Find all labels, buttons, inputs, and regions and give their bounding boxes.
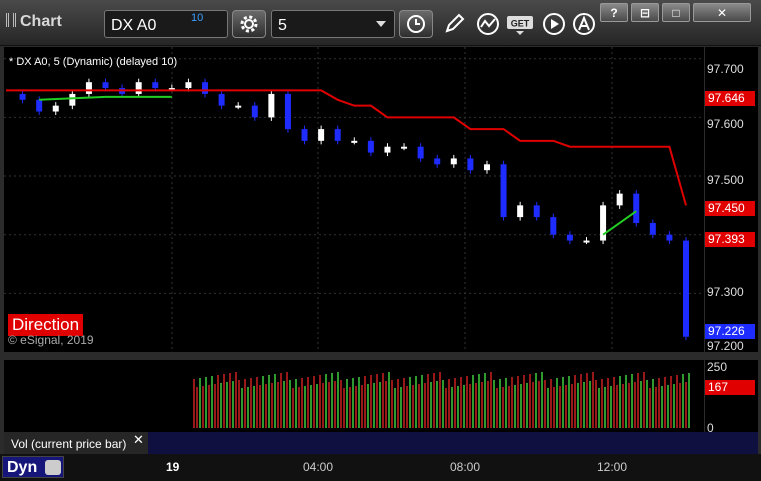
candle-body: [152, 82, 159, 89]
volume-close-icon[interactable]: ✕: [133, 432, 144, 448]
volume-tick: 250: [707, 360, 728, 374]
candle-body: [401, 146, 408, 149]
candle-body: [417, 146, 424, 159]
candle-body: [102, 82, 109, 89]
dynamic-label: Dyn: [7, 459, 38, 476]
candle-body: [268, 93, 275, 118]
price-plot: [4, 47, 704, 352]
app-title-text: Chart: [20, 13, 62, 30]
candle-body: [483, 164, 490, 171]
candle-body: [434, 158, 441, 165]
dynamic-button[interactable]: Dyn: [2, 456, 64, 478]
time-axis[interactable]: [0, 454, 761, 481]
get-icon: GET: [507, 16, 533, 35]
candle-body: [467, 158, 474, 171]
candle-body: [185, 82, 192, 89]
candle-body: [318, 129, 325, 141]
candle-body: [633, 193, 640, 223]
symbol-delay: 10: [191, 12, 204, 24]
alert-icon: [573, 13, 595, 35]
candle-body: [666, 234, 673, 241]
candle-body: [19, 93, 26, 100]
volume-plot: [193, 372, 690, 428]
lock-icon[interactable]: [45, 460, 61, 475]
candle-body: [36, 99, 43, 112]
chart-title: * DX A0, 5 (Dynamic) (delayed 10): [9, 56, 178, 68]
volume-study-label[interactable]: Vol (current price bar): [4, 432, 148, 454]
grip-icon[interactable]: [6, 13, 16, 27]
chart-line-icon: [477, 13, 499, 35]
interval-select[interactable]: 5: [271, 10, 395, 38]
restore-button[interactable]: ⊟: [631, 3, 659, 22]
candle-body: [550, 217, 557, 235]
candle-body: [218, 93, 225, 106]
panel-separator[interactable]: [4, 352, 758, 360]
symbol-input[interactable]: DX A0 10: [104, 10, 228, 38]
help-button[interactable]: ?: [600, 3, 628, 22]
get-button[interactable]: GET: [506, 10, 536, 38]
time-label: 04:00: [303, 460, 334, 474]
candle-body: [251, 105, 258, 118]
candle-body: [649, 222, 656, 235]
time-label: 19: [166, 460, 180, 474]
candle-body: [301, 129, 308, 141]
candle-body: [533, 205, 540, 218]
watermark: © eSignal, 2019: [8, 333, 94, 347]
candle-body: [334, 129, 341, 141]
close-button[interactable]: ✕: [693, 3, 751, 22]
toolbar: Chart DX A0 10 5 GET ? ⊟ □ ✕: [0, 0, 761, 46]
studies-button[interactable]: [474, 10, 502, 38]
candle-body: [135, 82, 142, 94]
time-label: 12:00: [597, 460, 628, 474]
candle-body: [517, 205, 524, 218]
settings-button[interactable]: [232, 10, 266, 38]
price-tick: 97.500: [707, 173, 744, 187]
candle-body: [85, 82, 92, 94]
time-button[interactable]: [399, 10, 433, 38]
candle-body: [367, 140, 374, 153]
clock-icon: [407, 15, 425, 33]
last-price-badge: 97.226: [705, 324, 755, 339]
candle-body: [52, 105, 59, 112]
candle-body: [351, 140, 358, 143]
candle-body: [683, 240, 689, 337]
candle-body: [235, 105, 242, 108]
maximize-button[interactable]: □: [662, 3, 690, 22]
price-tick: 97.300: [707, 285, 744, 299]
candle-body: [284, 93, 291, 130]
gear-icon: [240, 15, 258, 33]
price-tick: 97.200: [707, 339, 744, 353]
price-tick: 97.600: [707, 117, 744, 131]
green-line: [602, 210, 637, 236]
candle-body: [500, 164, 507, 218]
green-line: [39, 95, 172, 101]
candle-body: [69, 93, 76, 106]
candle-body: [202, 82, 209, 94]
candle-body: [566, 234, 573, 241]
interval-value: 5: [278, 17, 287, 34]
svg-text:GET: GET: [511, 19, 530, 29]
app-title: Chart: [6, 13, 62, 31]
prev-price-badge: 97.393: [705, 232, 755, 247]
play-icon: [543, 13, 565, 35]
pencil-icon: [445, 13, 465, 33]
candle-body: [600, 205, 607, 241]
price-tick: 97.700: [707, 62, 744, 76]
symbol-value: DX A0: [111, 17, 157, 34]
chevron-down-icon: [376, 21, 386, 27]
red-stop-line: [6, 89, 687, 206]
candle-body: [384, 146, 391, 153]
candle-body: [616, 193, 623, 206]
alert-button[interactable]: [570, 10, 598, 38]
candle-body: [583, 240, 590, 243]
volume-badge: 167: [705, 380, 755, 395]
lower-line-badge: 97.450: [705, 201, 755, 216]
draw-button[interactable]: [440, 10, 468, 38]
time-label: 08:00: [450, 460, 481, 474]
play-button[interactable]: [540, 10, 568, 38]
red-line-badge: 97.646: [705, 91, 755, 106]
candle-body: [450, 158, 457, 165]
